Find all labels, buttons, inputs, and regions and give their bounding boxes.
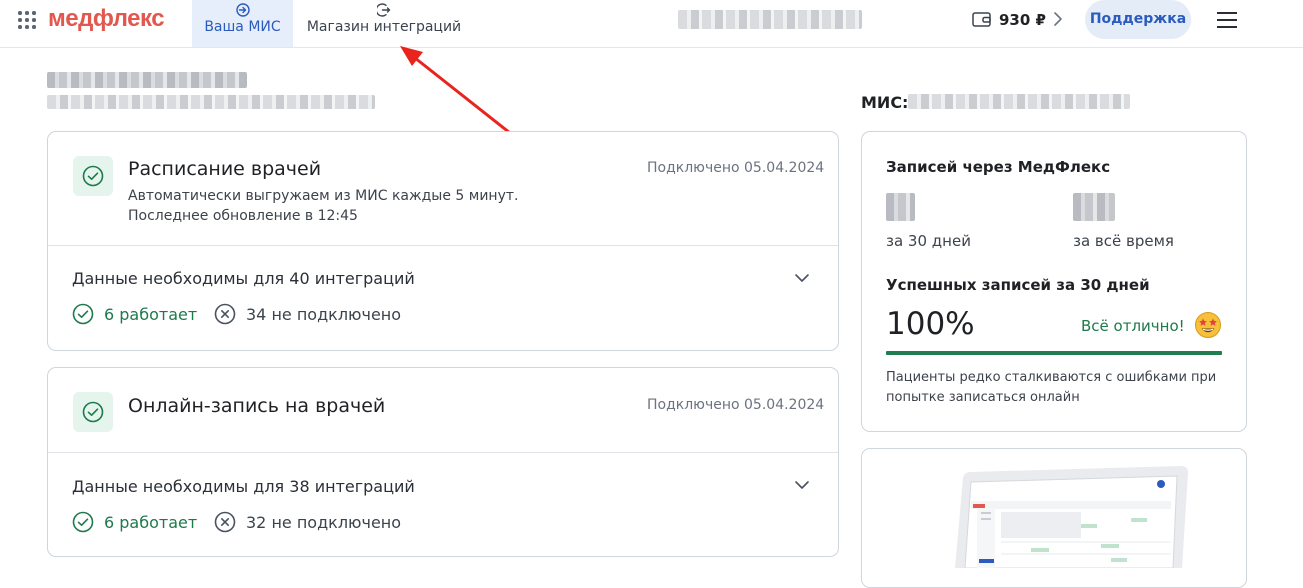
balance-value[interactable]: 930 ₽ [999,11,1046,29]
arrow-in-circle-icon [235,3,250,17]
chevron-down-icon[interactable] [794,480,810,490]
check-circle-icon [72,303,94,325]
period-30-days: за 30 дней [886,232,971,250]
tab-label: Ваша МИС [204,19,281,35]
success-title: Успешных записей за 30 дней [886,276,1150,294]
x-circle-icon [214,303,236,325]
check-circle-icon [82,165,104,187]
x-circle-icon [214,511,236,533]
blurred-clinic-address [47,95,375,109]
check-circle-icon [72,511,94,533]
card-description: Автоматически выгружаем из МИС каждые 5 … [128,188,519,204]
wallet-icon [972,12,991,27]
tab-your-mis[interactable]: Ваша МИС [192,0,293,47]
success-note: Пациенты редко сталкиваются с ошибками п… [886,370,1217,405]
working-count: 6 работает [72,303,202,327]
support-button[interactable]: Поддержка [1085,0,1191,39]
period-all-time: за всё время [1073,232,1174,250]
card-title: Онлайн-запись на врачей [128,395,386,417]
connected-date: Подключено 05.04.2024 [647,397,825,413]
connected-date: Подключено 05.04.2024 [647,160,825,176]
integrations-needed[interactable]: Данные необходимы для 40 интеграций [72,269,415,288]
integration-card-schedule: Расписание врачей Подключено 05.04.2024 … [47,131,839,351]
stats-title: Записей через МедФлекс [886,158,1111,176]
laptop-screenshot-image [955,466,1188,568]
integration-card-online-booking: Онлайн-запись на врачей Подключено 05.04… [47,367,839,557]
success-value: 100% [886,306,975,342]
blurred-clinic-name [47,72,247,88]
chevron-right-icon[interactable] [1052,11,1064,27]
blurred-count-all-time [1073,193,1115,221]
status-badge [73,156,113,196]
divider [48,245,838,246]
check-circle-icon [82,401,104,423]
top-bar: медфлекс Ваша МИС Магазин интеграций 930… [0,0,1303,48]
last-update: Последнее обновление в 12:45 [128,208,358,224]
arrow-out-circle-icon [377,3,391,17]
not-connected-count: 32 не подключено [214,511,414,535]
not-connected-count: 34 не подключено [214,303,414,327]
logo[interactable]: медфлекс [48,5,165,33]
card-title: Расписание врачей [128,158,322,180]
chevron-down-icon[interactable] [794,273,810,283]
mis-label: МИС: [861,93,909,112]
blurred-user-name [678,10,862,29]
working-count: 6 работает [72,511,202,535]
blurred-count-30-days [886,193,915,221]
blurred-mis-name [908,94,1130,109]
star-struck-emoji-icon [1195,312,1221,338]
status-badge [73,392,113,432]
tab-label: Магазин интеграций [306,19,462,35]
hamburger-menu-icon[interactable] [1217,12,1237,28]
divider [48,452,838,453]
integrations-needed[interactable]: Данные необходимы для 38 интеграций [72,477,415,496]
apps-grid-icon[interactable] [18,11,36,29]
success-status: Всё отлично! [1081,317,1185,335]
success-progress-bar [886,351,1222,355]
